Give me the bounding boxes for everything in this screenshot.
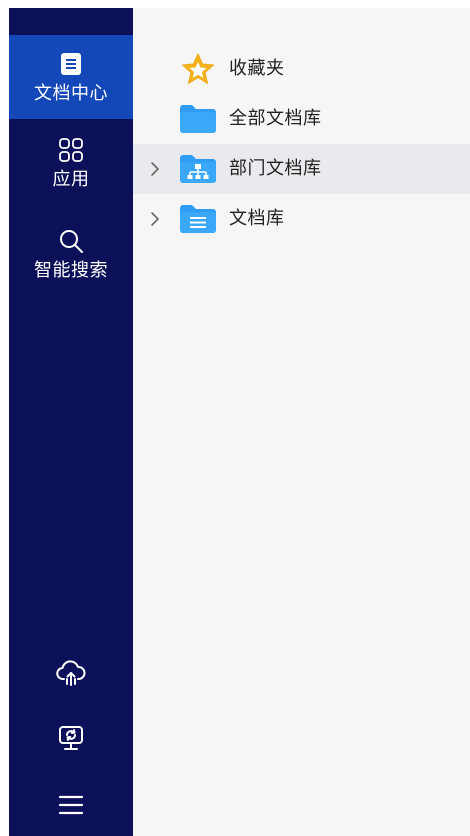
tree-item-department-libraries[interactable]: 部门文档库 xyxy=(133,144,470,194)
sidebar-item-label: 文档中心 xyxy=(34,83,108,104)
sidebar-item-label: 智能搜索 xyxy=(34,260,108,281)
tree-item-document-library[interactable]: 文档库 xyxy=(133,194,470,244)
sidebar: 文档中心 应用 智能搜索 xyxy=(9,8,133,836)
document-tree-panel: 收藏夹 全部文档库 部门文档库 文档库 xyxy=(133,8,470,836)
sidebar-item-label: 应用 xyxy=(52,169,90,190)
star-icon xyxy=(179,53,217,85)
tree-item-all-libraries[interactable]: 全部文档库 xyxy=(133,94,470,144)
tree-item-label: 收藏夹 xyxy=(229,58,285,79)
org-folder-icon xyxy=(179,153,217,185)
folder-icon xyxy=(179,103,217,135)
tree-item-label: 部门文档库 xyxy=(229,158,322,179)
tree-item-favorites[interactable]: 收藏夹 xyxy=(133,44,470,94)
sidebar-item-apps[interactable]: 应用 xyxy=(9,137,133,207)
document-icon xyxy=(58,51,84,77)
tree-item-label: 全部文档库 xyxy=(229,108,322,129)
chevron-right-icon[interactable] xyxy=(147,210,163,228)
menu-button[interactable] xyxy=(9,791,133,823)
menu-icon xyxy=(58,794,84,820)
apps-grid-icon xyxy=(58,137,84,163)
search-icon xyxy=(58,228,84,254)
monitor-sync-icon xyxy=(57,724,85,756)
sidebar-item-document-center[interactable]: 文档中心 xyxy=(9,35,133,119)
monitor-sync-button[interactable] xyxy=(9,724,133,756)
doc-folder-icon xyxy=(179,203,217,235)
sidebar-item-smart-search[interactable]: 智能搜索 xyxy=(9,228,133,298)
cloud-upload-icon xyxy=(56,659,86,691)
cloud-upload-button[interactable] xyxy=(9,659,133,691)
tree-item-label: 文档库 xyxy=(229,208,285,229)
chevron-right-icon[interactable] xyxy=(147,160,163,178)
